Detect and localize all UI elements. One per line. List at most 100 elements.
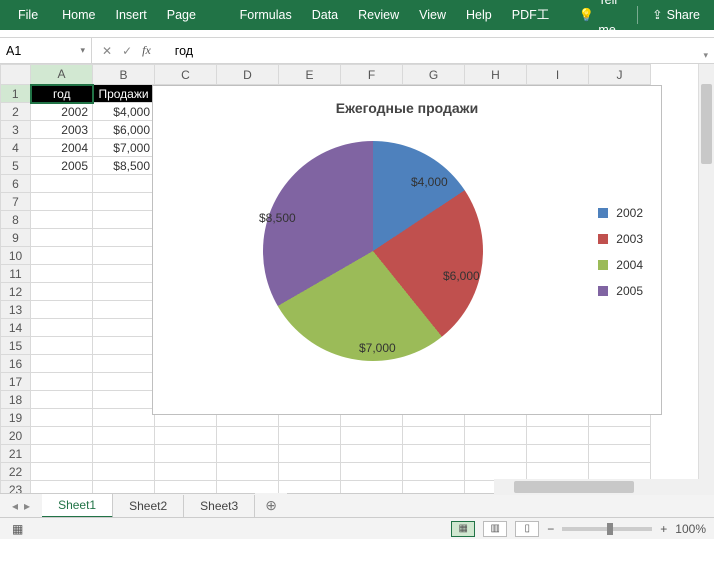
zoom-level[interactable]: 100%	[675, 522, 706, 536]
cell-A19[interactable]	[31, 409, 93, 427]
row-header-11[interactable]: 11	[1, 265, 31, 283]
view-page-layout-icon[interactable]: ▥	[483, 521, 507, 537]
cell-B8[interactable]	[93, 211, 155, 229]
cell-A6[interactable]	[31, 175, 93, 193]
zoom-in-button[interactable]: +	[660, 522, 667, 536]
col-header-A[interactable]: A	[31, 65, 93, 85]
col-header-C[interactable]: C	[155, 65, 217, 85]
cell-B22[interactable]	[93, 463, 155, 481]
row-header-3[interactable]: 3	[1, 121, 31, 139]
cell-I20[interactable]	[527, 427, 589, 445]
cell-B19[interactable]	[93, 409, 155, 427]
tab-file[interactable]: File	[4, 0, 52, 30]
scrollbar-thumb[interactable]	[514, 481, 634, 493]
cell-D20[interactable]	[217, 427, 279, 445]
zoom-slider-thumb[interactable]	[607, 523, 613, 535]
zoom-slider[interactable]	[562, 527, 652, 531]
horizontal-scrollbar[interactable]	[494, 479, 714, 495]
cell-A13[interactable]	[31, 301, 93, 319]
share-button[interactable]: ⇪ Share	[642, 0, 710, 30]
view-page-break-icon[interactable]: ▯	[515, 521, 539, 537]
cell-A20[interactable]	[31, 427, 93, 445]
cell-A18[interactable]	[31, 391, 93, 409]
tab-page-layout[interactable]: Page Layout	[157, 0, 230, 30]
sheet-tab-2[interactable]: Sheet2	[113, 495, 184, 517]
row-header-10[interactable]: 10	[1, 247, 31, 265]
row-header-15[interactable]: 15	[1, 337, 31, 355]
cell-B9[interactable]	[93, 229, 155, 247]
row-header-5[interactable]: 5	[1, 157, 31, 175]
cell-B11[interactable]	[93, 265, 155, 283]
tab-data[interactable]: Data	[302, 0, 348, 30]
cell-B15[interactable]	[93, 337, 155, 355]
cell-A22[interactable]	[31, 463, 93, 481]
cell-B1[interactable]: Продажи	[93, 85, 155, 103]
cell-A16[interactable]	[31, 355, 93, 373]
cell-I22[interactable]	[527, 463, 589, 481]
name-box-dropdown-icon[interactable]: ▾	[80, 45, 85, 56]
row-header-19[interactable]: 19	[1, 409, 31, 427]
cell-B6[interactable]	[93, 175, 155, 193]
col-header-H[interactable]: H	[465, 65, 527, 85]
col-header-F[interactable]: F	[341, 65, 403, 85]
cell-E22[interactable]	[279, 463, 341, 481]
row-header-7[interactable]: 7	[1, 193, 31, 211]
cell-A9[interactable]	[31, 229, 93, 247]
cell-A5[interactable]: 2005	[31, 157, 93, 175]
cell-A7[interactable]	[31, 193, 93, 211]
row-header-16[interactable]: 16	[1, 355, 31, 373]
cancel-icon[interactable]: ✕	[102, 44, 112, 58]
cell-D21[interactable]	[217, 445, 279, 463]
col-header-B[interactable]: B	[93, 65, 155, 85]
cell-C22[interactable]	[155, 463, 217, 481]
cell-B18[interactable]	[93, 391, 155, 409]
col-header-E[interactable]: E	[279, 65, 341, 85]
row-header-9[interactable]: 9	[1, 229, 31, 247]
cell-B16[interactable]	[93, 355, 155, 373]
cell-B2[interactable]: $4,000	[93, 103, 155, 121]
row-header-20[interactable]: 20	[1, 427, 31, 445]
row-header-14[interactable]: 14	[1, 319, 31, 337]
select-all-corner[interactable]	[1, 65, 31, 85]
scrollbar-thumb[interactable]	[701, 84, 712, 164]
tab-insert[interactable]: Insert	[106, 0, 157, 30]
row-header-6[interactable]: 6	[1, 175, 31, 193]
row-header-13[interactable]: 13	[1, 301, 31, 319]
formula-bar-expand-icon[interactable]: ▾	[703, 50, 708, 61]
row-header-12[interactable]: 12	[1, 283, 31, 301]
col-header-I[interactable]: I	[527, 65, 589, 85]
cell-A12[interactable]	[31, 283, 93, 301]
view-normal-icon[interactable]: ▦	[451, 521, 475, 537]
cell-A1[interactable]: год	[31, 85, 93, 103]
row-header-2[interactable]: 2	[1, 103, 31, 121]
row-header-18[interactable]: 18	[1, 391, 31, 409]
name-box[interactable]: ▾	[0, 38, 92, 64]
cell-C21[interactable]	[155, 445, 217, 463]
formula-input[interactable]	[175, 44, 708, 58]
cell-B20[interactable]	[93, 427, 155, 445]
enter-icon[interactable]: ✓	[122, 44, 132, 58]
vertical-scrollbar[interactable]	[698, 64, 714, 493]
cell-C20[interactable]	[155, 427, 217, 445]
cell-G22[interactable]	[403, 463, 465, 481]
zoom-out-button[interactable]: −	[547, 522, 554, 536]
cell-H20[interactable]	[465, 427, 527, 445]
tab-help[interactable]: Help	[456, 0, 502, 30]
row-header-1[interactable]: 1	[1, 85, 31, 103]
cell-G20[interactable]	[403, 427, 465, 445]
row-header-4[interactable]: 4	[1, 139, 31, 157]
cell-A4[interactable]: 2004	[31, 139, 93, 157]
sheet-tab-3[interactable]: Sheet3	[184, 495, 255, 517]
cell-J22[interactable]	[589, 463, 651, 481]
cell-H22[interactable]	[465, 463, 527, 481]
cell-A14[interactable]	[31, 319, 93, 337]
name-box-input[interactable]	[6, 44, 66, 58]
cell-A21[interactable]	[31, 445, 93, 463]
col-header-D[interactable]: D	[217, 65, 279, 85]
cell-A15[interactable]	[31, 337, 93, 355]
cell-F22[interactable]	[341, 463, 403, 481]
cell-B12[interactable]	[93, 283, 155, 301]
add-sheet-button[interactable]: ⊕	[255, 493, 287, 518]
cell-A2[interactable]: 2002	[31, 103, 93, 121]
cell-A8[interactable]	[31, 211, 93, 229]
